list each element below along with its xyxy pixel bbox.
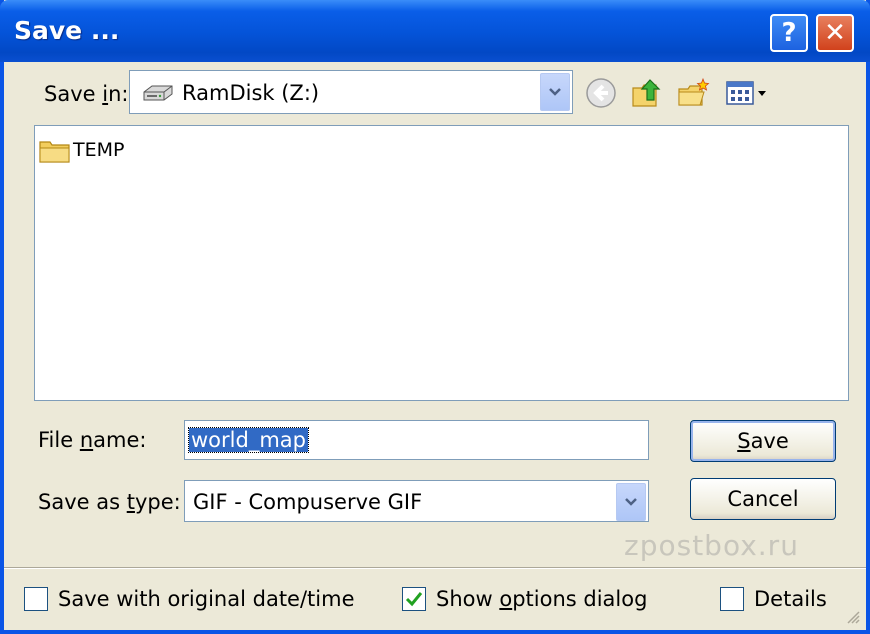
divider [4, 567, 866, 569]
new-folder-icon[interactable] [676, 76, 710, 110]
help-icon: ? [781, 18, 797, 48]
show-options-label-pre: Show [436, 587, 500, 611]
title-bar[interactable]: Save ... ? ✕ [0, 0, 870, 62]
show-options-checkbox[interactable] [402, 587, 426, 611]
save-in-dropdown-button[interactable] [540, 73, 570, 111]
show-options-label-post: ptions dialog [512, 587, 648, 611]
show-options-label: Show options dialog [436, 587, 647, 611]
cancel-button-label: Cancel [727, 487, 799, 511]
cancel-button[interactable]: Cancel [690, 478, 836, 520]
save-in-label: Save in: [44, 82, 128, 106]
keep-date-label: Save with original date/time [58, 587, 355, 611]
watermark: zpostbox.ru [624, 529, 799, 562]
save-button-hotkey: S [737, 429, 751, 453]
file-name-label-suffix: ame: [93, 428, 147, 452]
save-as-type-value: GIF - Compuserve GIF [193, 490, 423, 514]
chevron-down-icon [549, 88, 561, 96]
file-name-label-prefix: File [38, 428, 80, 452]
details-label: Details [754, 587, 827, 611]
file-name-label: File name: [38, 428, 146, 452]
close-button[interactable]: ✕ [816, 14, 854, 52]
close-icon: ✕ [824, 18, 846, 48]
save-button-label: ave [750, 429, 789, 453]
up-folder-icon[interactable] [630, 76, 664, 110]
back-arrow-icon[interactable] [584, 76, 618, 110]
save-in-value: RamDisk (Z:) [182, 81, 320, 105]
checkmark-icon [405, 592, 423, 607]
drive-icon [143, 85, 173, 101]
help-button[interactable]: ? [770, 14, 808, 52]
save-in-label-suffix: n: [108, 82, 129, 106]
save-as-type-label: Save as type: [38, 490, 181, 514]
file-name-input[interactable]: world_map [184, 420, 649, 460]
save-in-combo[interactable]: RamDisk (Z:) [129, 70, 573, 114]
file-name-value: world_map [188, 427, 309, 453]
resize-grip-icon[interactable] [844, 608, 860, 624]
save-dialog: Save ... ? ✕ Save in: RamDisk (Z:) TEMP … [0, 0, 870, 634]
details-checkbox[interactable] [720, 587, 744, 611]
save-as-type-dropdown-button[interactable] [616, 483, 646, 521]
type-label-prefix: Save as [38, 490, 127, 514]
save-button[interactable]: Save [690, 420, 836, 462]
type-label-hotkey: t [126, 490, 135, 514]
view-menu-icon[interactable] [724, 76, 774, 110]
chevron-down-icon [625, 498, 637, 506]
keep-date-checkbox[interactable] [24, 587, 48, 611]
file-list[interactable]: TEMP [34, 125, 849, 401]
dialog-title: Save ... [14, 16, 120, 45]
file-name: TEMP [73, 139, 125, 161]
save-in-label-prefix: Save [44, 82, 103, 106]
show-options-label-hotkey: o [499, 587, 513, 611]
file-name-label-hotkey: n [79, 428, 94, 452]
type-label-suffix: ype: [134, 490, 181, 514]
folder-icon [39, 141, 70, 163]
save-as-type-select[interactable]: GIF - Compuserve GIF [184, 480, 649, 522]
